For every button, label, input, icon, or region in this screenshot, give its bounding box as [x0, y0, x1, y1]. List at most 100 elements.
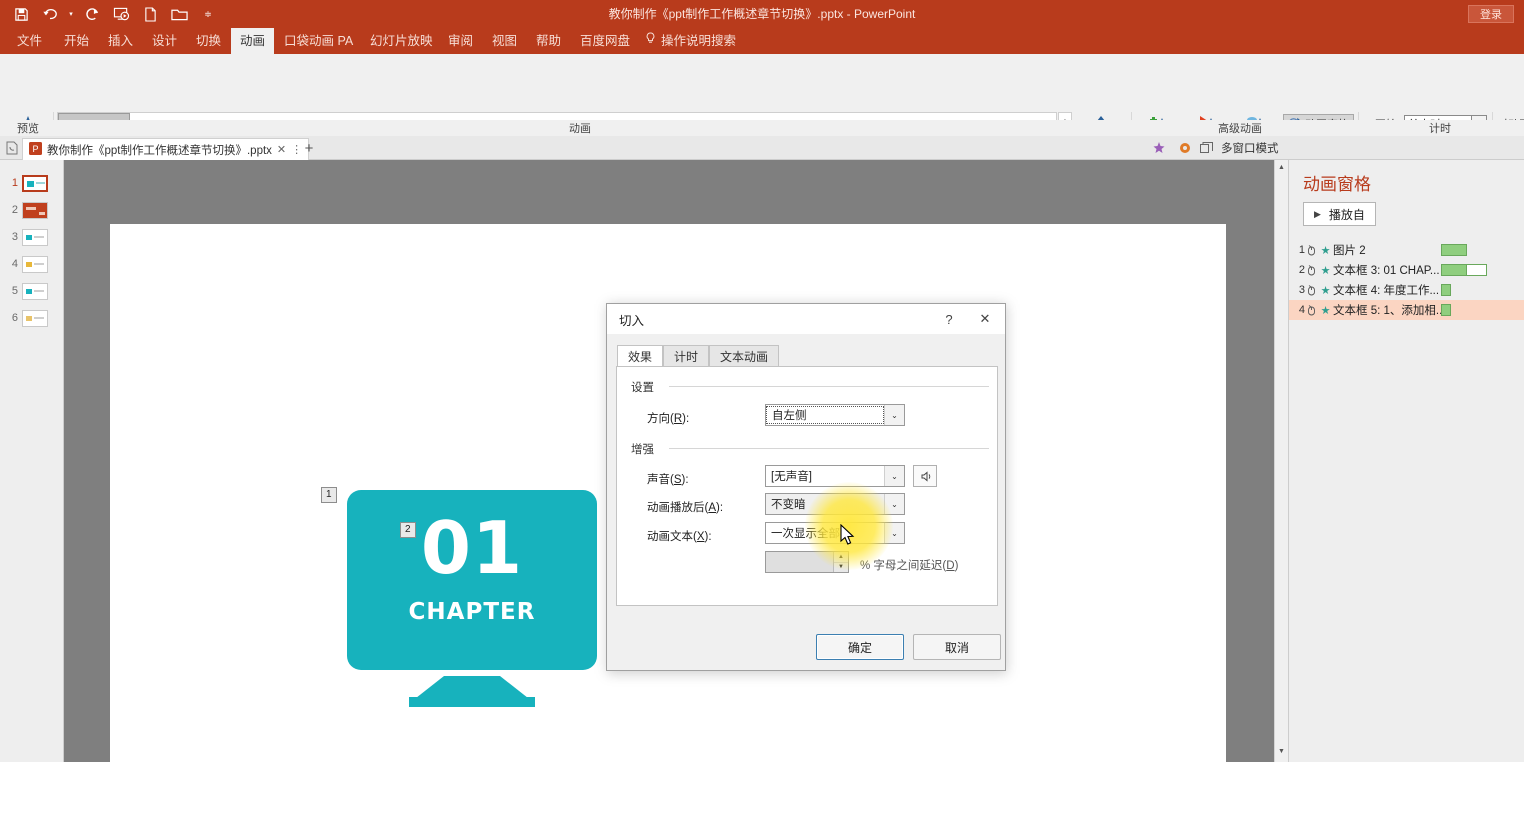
tab-list-icon[interactable] — [4, 140, 20, 156]
mouse-click-icon — [1305, 284, 1318, 296]
animation-list-item-3[interactable]: 3 ★ 文本框 4: 年度工作... — [1289, 280, 1524, 300]
tell-me-label: 操作说明搜索 — [661, 34, 737, 48]
tell-me-search[interactable]: 操作说明搜索 — [645, 28, 736, 54]
chapter-number-text[interactable]: 01 — [347, 510, 597, 586]
sound-combobox[interactable]: [无声音] ⌄ — [765, 465, 905, 487]
sound-label: 声音(S): — [647, 474, 689, 486]
animation-timeline-bar[interactable] — [1441, 264, 1467, 276]
slide-preview — [22, 309, 48, 327]
tab-insert[interactable]: 插入 — [99, 28, 142, 54]
slide-thumbnail-2[interactable]: 2 — [0, 197, 64, 223]
slide-thumbnail-1[interactable]: 1 — [0, 170, 64, 196]
slide-thumbnail-5[interactable]: 5 — [0, 278, 64, 304]
document-tab[interactable]: P 教你制作《ppt制作工作概述章节切换》.pptx ✕ ⋮ — [22, 138, 310, 160]
tab-baidu-netdisk[interactable]: 百度网盘 — [571, 28, 639, 54]
animation-item-label: 文本框 4: 年度工作... — [1333, 285, 1440, 297]
spin-up-icon[interactable]: ▲ — [834, 552, 848, 563]
chevron-down-icon[interactable]: ⌄ — [884, 466, 904, 486]
direction-label: 方向(R): — [647, 413, 690, 425]
sign-in-button[interactable]: 登录 — [1468, 5, 1514, 23]
after-animation-combobox[interactable]: 不变暗 ⌄ — [765, 493, 905, 515]
group-label-timing: 计时 — [1429, 123, 1451, 135]
canvas-vertical-scrollbar[interactable]: ▲ ▼ — [1274, 160, 1288, 762]
letter-delay-suffix-label: % 字母之间延迟(D) — [860, 560, 959, 572]
star-icon: ★ — [1320, 284, 1331, 297]
tab-transitions[interactable]: 切换 — [187, 28, 230, 54]
dialog-title: 切入 — [619, 313, 645, 328]
animation-pane-title: 动画窗格 — [1303, 175, 1371, 194]
direction-value: 自左侧 — [766, 406, 884, 424]
star-icon: ★ — [1320, 304, 1331, 317]
sound-preview-button[interactable] — [913, 465, 937, 487]
animation-list-item-4[interactable]: 4 ★ 文本框 5: 1、添加相... — [1289, 300, 1524, 320]
scroll-down-icon[interactable]: ▼ — [1275, 744, 1288, 758]
document-tab-label: 教你制作《ppt制作工作概述章节切换》.pptx — [47, 144, 272, 157]
slide-number: 1 — [11, 177, 18, 189]
multi-window-mode-button[interactable]: 多窗口模式 — [1200, 140, 1279, 156]
animation-timeline-bar-extension[interactable] — [1467, 264, 1487, 276]
close-icon[interactable]: ✕ — [277, 143, 286, 156]
tab-review[interactable]: 审阅 — [439, 28, 482, 54]
tab-home[interactable]: 开始 — [55, 28, 98, 54]
slide-preview — [22, 174, 48, 192]
chevron-down-icon[interactable]: ⌄ — [884, 494, 904, 514]
play-from-button[interactable]: ▶ 播放自 — [1303, 202, 1376, 226]
group-label-preview: 预览 — [17, 123, 39, 135]
svg-text:P: P — [32, 144, 38, 154]
tab-slideshow[interactable]: 幻灯片放映 — [361, 28, 442, 54]
tab-animations[interactable]: 动画 — [231, 28, 275, 54]
animation-list-item-2[interactable]: 2 ★ 文本框 3: 01 CHAP... — [1289, 260, 1524, 280]
monitor-base-shape[interactable] — [409, 697, 535, 707]
letter-delay-spinner[interactable]: ▲ ▼ — [833, 552, 848, 572]
after-animation-value: 不变暗 — [771, 499, 806, 511]
slide-thumbnail-panel: 1 2 3 4 5 6 — [0, 160, 64, 762]
enhance-group-label: 增强 — [631, 441, 660, 457]
chevron-down-icon[interactable]: ⌄ — [884, 405, 904, 425]
slide-number: 3 — [11, 231, 18, 243]
animation-timeline-bar[interactable] — [1441, 304, 1451, 316]
spin-down-icon[interactable]: ▼ — [834, 563, 848, 573]
slide-thumbnail-3[interactable]: 3 — [0, 224, 64, 250]
slide-preview — [22, 255, 48, 273]
tab-help[interactable]: 帮助 — [527, 28, 570, 54]
animate-text-combobox[interactable]: 一次显示全部 ⌄ — [765, 522, 905, 544]
dialog-cancel-button[interactable]: 取消 — [913, 634, 1001, 660]
chapter-label-text[interactable]: CHAPTER — [347, 599, 597, 625]
animation-order-number: 3 — [1298, 284, 1305, 296]
dialog-help-button[interactable]: ? — [935, 304, 963, 334]
tab-view[interactable]: 视图 — [483, 28, 526, 54]
settings-gear-icon[interactable] — [1176, 140, 1194, 156]
tab-file[interactable]: 文件 — [8, 28, 51, 54]
powerpoint-icon: P — [29, 141, 42, 158]
slide-thumbnail-6[interactable]: 6 — [0, 305, 64, 331]
animation-list-item-1[interactable]: 1 ★ 图片 2 — [1289, 240, 1524, 260]
ok-label: 确定 — [847, 640, 872, 655]
animation-tag-1[interactable]: 1 — [321, 487, 337, 503]
animate-text-label: 动画文本(X): — [647, 531, 712, 543]
direction-combobox[interactable]: 自左侧 ⌄ — [765, 404, 905, 426]
monitor-neck-shape[interactable] — [416, 676, 528, 698]
star-icon: ★ — [1320, 244, 1331, 257]
new-tab-button[interactable]: + — [300, 139, 318, 157]
ribbon-tab-bar: 文件 开始 插入 设计 切换 动画 口袋动画 PA 幻灯片放映 审阅 视图 帮助… — [0, 28, 1524, 54]
slide-preview — [22, 201, 48, 219]
dialog-tab-timing[interactable]: 计时 — [663, 345, 710, 367]
slide-thumbnail-4[interactable]: 4 — [0, 251, 64, 277]
animation-item-label: 文本框 5: 1、添加相... — [1333, 305, 1441, 317]
animation-timeline-bar[interactable] — [1441, 244, 1467, 256]
tab-pocket-animation[interactable]: 口袋动画 PA — [275, 28, 362, 54]
slide-number: 6 — [11, 312, 18, 324]
animation-timeline-bar[interactable] — [1441, 284, 1451, 296]
dialog-close-button[interactable]: ✕ — [971, 304, 999, 334]
effect-options-dialog: 切入 ? ✕ 效果 计时 文本动画 设置 方向(R): 自左侧 ⌄ 增强 声音(… — [606, 303, 1006, 671]
scroll-up-icon[interactable]: ▲ — [1275, 160, 1288, 174]
animation-tag-2[interactable]: 2 — [400, 522, 416, 538]
dialog-tab-text-animation[interactable]: 文本动画 — [709, 345, 780, 367]
tab-design[interactable]: 设计 — [143, 28, 186, 54]
dialog-tab-effect[interactable]: 效果 — [617, 345, 664, 367]
letter-delay-spinbox[interactable]: ▲ ▼ — [765, 551, 849, 573]
dialog-ok-button[interactable]: 确定 — [816, 634, 904, 660]
magic-wand-icon[interactable] — [1150, 140, 1168, 156]
chevron-down-icon[interactable]: ⌄ — [884, 523, 904, 543]
group-label-advanced: 高级动画 — [1218, 123, 1262, 135]
